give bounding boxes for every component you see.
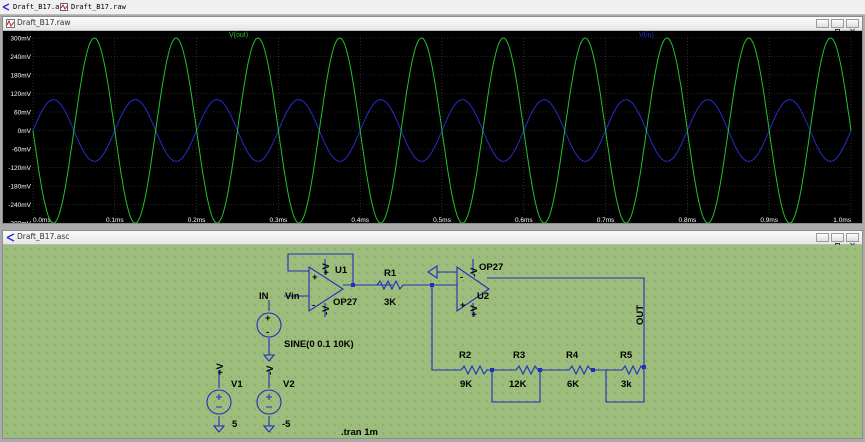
ground-symbol xyxy=(427,264,438,280)
label-r5-value: 3k xyxy=(621,379,632,390)
label-u2: U2 xyxy=(477,291,489,302)
label-u1-plus: + xyxy=(312,272,318,283)
legend-vin[interactable]: V(in) xyxy=(639,32,654,39)
label-u1-vplus: +V xyxy=(321,262,332,275)
schematic-icon xyxy=(6,233,15,242)
x-tick-label: 0.6ms xyxy=(515,217,533,223)
y-tick-label: 300mV xyxy=(10,36,31,43)
label-u1: U1 xyxy=(335,265,348,276)
label-u2-vplus: +V xyxy=(469,304,480,317)
label-v2-vminus: -V xyxy=(265,365,276,375)
voltage-source-v1[interactable] xyxy=(206,389,232,433)
y-tick-label: -240mV xyxy=(8,202,31,209)
x-axis-ticks: 0.0ms 0.1ms 0.2ms 0.3ms 0.4ms 0.5ms 0.6ms 0.7ms… xyxy=(33,217,852,224)
x-tick-label: 0.7ms xyxy=(597,217,615,223)
restore-button[interactable] xyxy=(831,233,844,248)
waveform-window-titlebar[interactable]: Draft_B17.raw xyxy=(3,17,862,35)
label-r1-value: 3K xyxy=(384,297,396,308)
schematic-window-title: Draft_B17.asc xyxy=(17,232,70,241)
schematic-window: Draft_B17.asc U1 OP27 U2 OP27 R1 3K R2 9… xyxy=(2,230,863,439)
waveform-file-icon xyxy=(60,3,68,11)
label-u2-minus: - xyxy=(460,272,463,283)
y-tick-label: -180mV xyxy=(8,184,31,191)
voltage-source-v2[interactable] xyxy=(256,389,282,433)
y-tick-label: -60mV xyxy=(12,147,32,154)
document-tab-bar: Draft_B17.asc Draft_B17.raw xyxy=(0,0,865,15)
label-r4: R4 xyxy=(566,350,579,361)
label-sine: SINE(0 0.1 10K) xyxy=(284,339,354,350)
schematic-window-titlebar[interactable]: Draft_B17.asc xyxy=(3,231,862,249)
label-u2-model: OP27 xyxy=(479,262,503,273)
waveform-icon xyxy=(6,19,15,28)
x-tick-label: 0.9ms xyxy=(760,217,778,223)
x-tick-label: 0.3ms xyxy=(270,217,288,223)
x-tick-label: 0.8ms xyxy=(679,217,697,223)
x-tick-label: 0.5ms xyxy=(433,217,451,223)
x-tick-label: 0.4ms xyxy=(351,217,369,223)
restore-button[interactable] xyxy=(831,19,844,34)
label-in: IN xyxy=(259,291,269,302)
label-vin: Vin xyxy=(285,291,300,302)
x-tick-label: 0.1ms xyxy=(106,217,124,223)
label-u1-minus: - xyxy=(312,300,315,311)
waveform-window-title: Draft_B17.raw xyxy=(17,18,71,27)
label-r3-value: 12K xyxy=(509,379,527,390)
label-v1-vplus: +V xyxy=(215,362,226,375)
label-r5: R5 xyxy=(620,350,633,361)
close-button[interactable] xyxy=(846,19,859,35)
label-vin-plus: + xyxy=(265,313,271,324)
label-r3: R3 xyxy=(513,350,525,361)
schematic-canvas[interactable]: U1 OP27 U2 OP27 R1 3K R2 9K R3 12K R4 6K… xyxy=(3,245,862,438)
label-r4-value: 6K xyxy=(567,379,579,390)
y-tick-label: -120mV xyxy=(8,165,31,172)
close-button[interactable] xyxy=(846,233,859,249)
schematic-drawing[interactable]: U1 OP27 U2 OP27 R1 3K R2 9K R3 12K R4 6K… xyxy=(3,245,862,438)
label-v1-value: 5 xyxy=(232,419,238,430)
y-tick-label: 120mV xyxy=(10,91,31,98)
y-axis-ticks: 300mV 240mV 180mV 120mV 60mV 0mV -60mV -120mV -1… xyxy=(8,36,32,228)
waveform-chart[interactable]: 300mV 240mV 180mV 120mV 60mV 0mV -60mV -120mV -1… xyxy=(3,31,862,228)
label-r1: R1 xyxy=(384,268,397,279)
minimize-button[interactable] xyxy=(816,233,829,248)
label-u2-plus: + xyxy=(460,300,466,311)
tab-label: Draft_B17.raw xyxy=(71,3,126,11)
wires xyxy=(218,253,645,426)
label-v2: V2 xyxy=(283,379,295,390)
label-u1-vminus: -V xyxy=(321,305,332,315)
y-tick-label: 180mV xyxy=(10,73,31,80)
label-u2-vminus: -V xyxy=(469,267,480,277)
schematic-labels: U1 OP27 U2 OP27 R1 3K R2 9K R3 12K R4 6K… xyxy=(215,262,646,438)
label-out: OUT xyxy=(635,305,646,325)
y-tick-label: 60mV xyxy=(14,110,32,117)
label-v2-value: -5 xyxy=(282,419,291,430)
y-tick-label: -300mV xyxy=(8,221,31,224)
minimize-button[interactable] xyxy=(816,19,829,34)
x-tick-label: 0.2ms xyxy=(188,217,206,223)
x-tick-label: 1.0ms xyxy=(833,217,851,223)
y-tick-label: 0mV xyxy=(18,128,32,135)
y-tick-label: 240mV xyxy=(10,54,31,61)
waveform-plot-area[interactable]: 300mV 240mV 180mV 120mV 60mV 0mV -60mV -120mV -1… xyxy=(3,31,862,228)
waveform-window: Draft_B17.raw 300mV 240mV 180mV 120mV 60mV 0m… xyxy=(2,16,863,228)
label-tran-directive: .tran 1m xyxy=(341,427,378,438)
label-u1-model: OP27 xyxy=(333,297,357,308)
schematic-file-icon xyxy=(2,3,10,11)
label-v1: V1 xyxy=(231,379,243,390)
label-r2: R2 xyxy=(459,350,471,361)
label-vin-minus: - xyxy=(266,327,269,338)
legend-vout[interactable]: V(out) xyxy=(229,32,248,39)
label-r2-value: 9K xyxy=(460,379,472,390)
tab-waveform[interactable]: Draft_B17.raw xyxy=(58,1,129,13)
